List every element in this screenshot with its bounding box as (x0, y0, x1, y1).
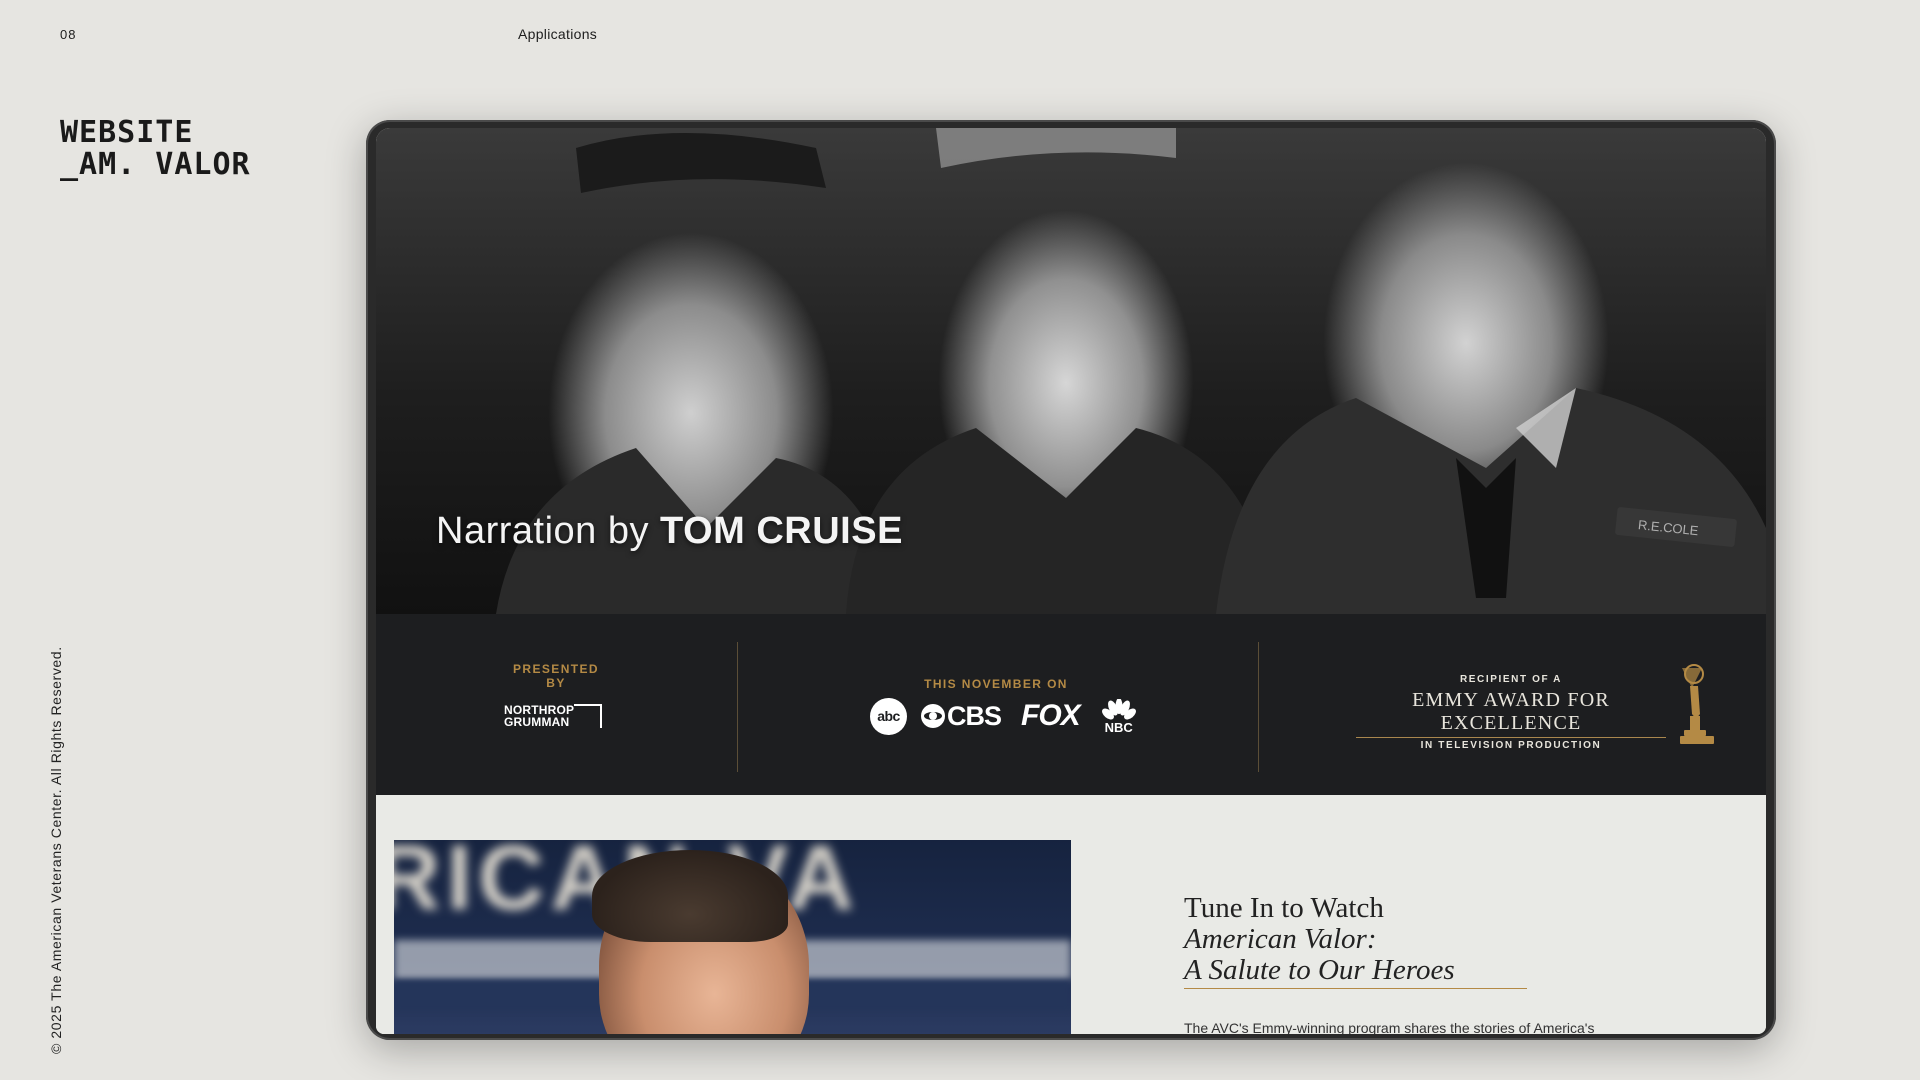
sponsor-mark-icon (574, 704, 602, 728)
promo-section: RICAN VA Tune In to Watch American Valor… (376, 795, 1766, 1034)
emmy-award-badge: RECIPIENT OF A EMMY AWARD FOR EXCELLENCE… (1346, 674, 1676, 751)
brand-line-1: WEBSITE (60, 115, 194, 150)
promo-divider (1184, 988, 1527, 989)
narration-caption: Narration by TOM CRUISE (436, 510, 903, 553)
presented-by-label: PRESENTED BY (513, 662, 599, 690)
brand-line-2: _AM. VALOR (60, 147, 251, 182)
website-screen[interactable]: R.E.COLE Narration by TOM CRUISE PRESENT… (376, 128, 1766, 1034)
fox-logo[interactable]: FOX (1021, 699, 1081, 733)
network-logos: abc CBS FOX NBC (870, 694, 1138, 738)
sponsor-bar: PRESENTED BY NORTHROP GRUMMAN THIS NOVEM… (376, 614, 1766, 795)
divider (737, 642, 738, 772)
tablet-mockup: R.E.COLE Narration by TOM CRUISE PRESENT… (366, 120, 1776, 1040)
hero-image: R.E.COLE Narration by TOM CRUISE (376, 128, 1766, 614)
promo-body-text: The AVC's Emmy-winning program shares th… (1184, 1020, 1595, 1034)
divider (1258, 642, 1259, 772)
emmy-rule (1356, 737, 1666, 738)
section-label: Applications (518, 26, 598, 42)
promo-heading-line-2: American Valor: (1184, 923, 1377, 955)
emmy-statuette-icon (1680, 664, 1714, 744)
northrop-grumman-logo[interactable]: NORTHROP GRUMMAN (504, 704, 614, 732)
promo-image[interactable]: RICAN VA (394, 840, 1071, 1034)
promo-heading-line-3: A Salute to Our Heroes (1184, 954, 1455, 986)
page-number: 08 (60, 27, 77, 42)
sponsor-line-2: GRUMMAN (504, 715, 570, 729)
cbs-logo[interactable]: CBS (921, 700, 1002, 732)
promo-heading-line-1: Tune In to Watch (1184, 892, 1384, 924)
copyright-notice: © 2025 The American Veterans Center. All… (48, 646, 64, 1054)
nbc-logo[interactable]: NBC (1100, 698, 1138, 735)
cbs-eye-icon (921, 704, 945, 728)
cbs-text: CBS (947, 700, 1002, 731)
airing-label: THIS NOVEMBER ON (924, 677, 1068, 691)
promo-heading: Tune In to Watch American Valor: A Salut… (1184, 893, 1455, 986)
emmy-main-text: EMMY AWARD FOR EXCELLENCE (1412, 689, 1610, 734)
brand-title: WEBSITE _AM. VALOR (60, 117, 251, 181)
narrator-name: TOM CRUISE (660, 510, 903, 552)
nbc-text: NBC (1104, 719, 1133, 735)
nbc-peacock-icon (1101, 698, 1136, 719)
host-hair (592, 850, 788, 942)
narration-prefix: Narration by (436, 510, 649, 552)
emmy-top-text: RECIPIENT OF A (1459, 674, 1563, 685)
abc-logo[interactable]: abc (870, 697, 907, 735)
emmy-sub-text: IN TELEVISION PRODUCTION (1420, 740, 1602, 751)
